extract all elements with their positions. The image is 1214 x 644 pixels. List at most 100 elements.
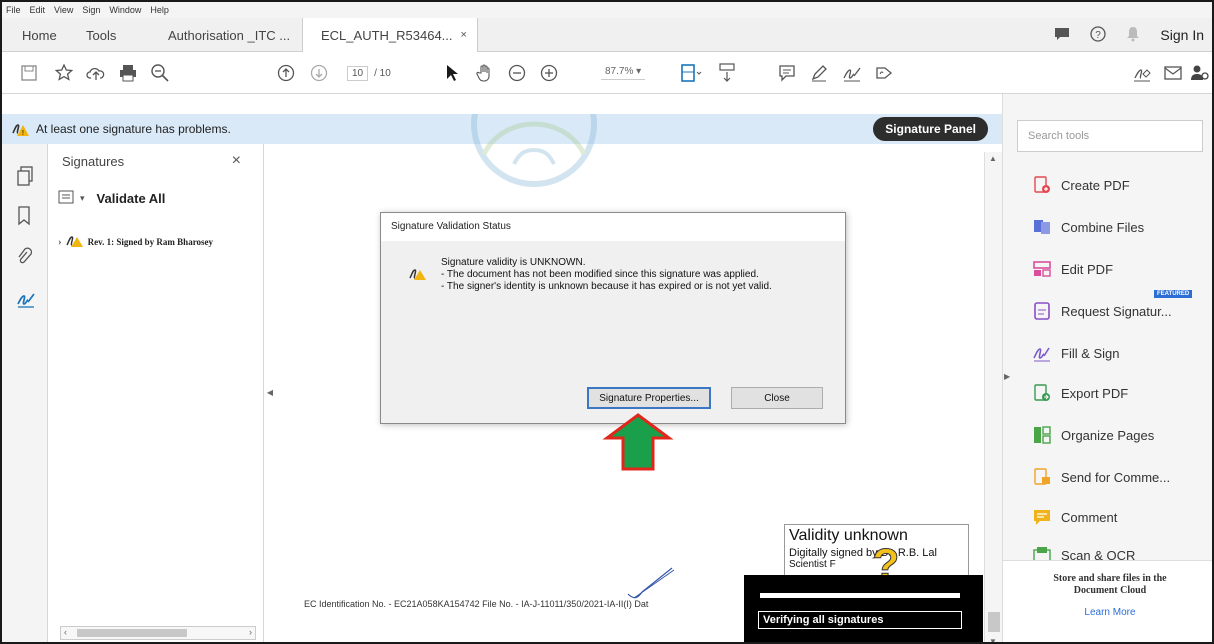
tool-create-pdf[interactable]: Create PDF: [1033, 176, 1130, 194]
document-scroll-thumb[interactable]: [988, 612, 1000, 632]
collapse-left-panel-icon[interactable]: ◀: [264, 378, 276, 406]
search-tools-input[interactable]: Search tools: [1017, 120, 1203, 152]
scrollbar-thumb[interactable]: [77, 629, 187, 637]
tab-tools[interactable]: Tools: [86, 18, 116, 52]
close-panel-icon[interactable]: ×: [232, 152, 241, 170]
tool-label: Combine Files: [1061, 219, 1145, 235]
send-for-comments-icon: [1033, 468, 1051, 486]
tool-label: Export PDF: [1061, 385, 1129, 401]
request-signature-icon: [1033, 302, 1051, 320]
signature-item-label: Rev. 1: Signed by Ram Bharosey: [87, 237, 214, 247]
tool-label: Create PDF: [1061, 177, 1130, 193]
highlight-pen-icon[interactable]: [810, 62, 828, 84]
tab-close-icon[interactable]: ×: [461, 29, 467, 41]
fit-page-icon[interactable]: [680, 62, 702, 84]
validate-all-row[interactable]: ▾ Validate All: [58, 190, 165, 207]
tool-combine-files[interactable]: Combine Files: [1033, 218, 1144, 236]
add-user-icon[interactable]: [1190, 62, 1210, 84]
signature-scribble: [627, 567, 675, 599]
dialog-line-validity: Signature validity is UNKNOWN.: [441, 257, 586, 268]
help-icon[interactable]: ?: [1090, 25, 1107, 45]
hand-tool-icon[interactable]: [476, 62, 494, 84]
combine-files-icon: [1033, 218, 1051, 236]
signature-warning-icon: [409, 267, 427, 284]
document-footer-text: EC Identification No. - EC21A058KA154742…: [304, 599, 649, 609]
signature-validation-dialog: Signature Validation Status Signature va…: [380, 212, 846, 424]
tool-send-for-comments[interactable]: Send for Comme...: [1033, 468, 1170, 486]
email-icon[interactable]: [1164, 62, 1182, 84]
tool-edit-pdf[interactable]: Edit PDF: [1033, 260, 1113, 278]
print-icon[interactable]: [118, 62, 138, 84]
featured-badge: FEATURED: [1154, 290, 1193, 298]
notification-bell-icon[interactable]: [1126, 26, 1140, 45]
tool-comment[interactable]: Comment: [1033, 508, 1117, 526]
tab-home[interactable]: Home: [22, 18, 57, 52]
scroll-down-icon[interactable]: ▼: [989, 637, 997, 642]
promo-line-1: Store and share files in the: [1053, 573, 1167, 584]
signatures-icon[interactable]: [16, 290, 36, 311]
tool-export-pdf[interactable]: Export PDF: [1033, 384, 1128, 402]
send-for-signature-icon[interactable]: [874, 62, 894, 84]
menu-edit[interactable]: Edit: [30, 5, 46, 15]
tool-request-signatures[interactable]: Request Signatur...: [1033, 302, 1172, 320]
page-thumbnails-icon[interactable]: [16, 166, 34, 189]
menu-file[interactable]: File: [6, 5, 21, 15]
page-total: / 10: [374, 67, 391, 79]
share-link-icon[interactable]: [1132, 62, 1152, 84]
upload-cloud-icon[interactable]: [86, 62, 106, 84]
chevron-down-icon[interactable]: ▾: [80, 193, 85, 204]
menubar: File Edit View Sign Window Help: [2, 2, 1212, 18]
header-right: ? Sign In: [1054, 18, 1204, 52]
attachments-paperclip-icon[interactable]: [16, 246, 33, 269]
page-number-input[interactable]: 10: [347, 65, 369, 81]
tool-label: Request Signatur...: [1061, 303, 1172, 319]
signature-panel-button[interactable]: Signature Panel: [873, 117, 988, 141]
app-window: File Edit View Sign Window Help Home Too…: [0, 0, 1214, 644]
zoom-in-icon[interactable]: [540, 62, 558, 84]
next-page-icon[interactable]: [310, 62, 328, 84]
tool-fill-sign[interactable]: Fill & Sign: [1033, 344, 1120, 362]
menu-sign[interactable]: Sign: [82, 5, 100, 15]
tab-document-ecl[interactable]: ECL_AUTH_R53464... ×: [302, 18, 478, 52]
document-vertical-scrollbar[interactable]: ▲ ▼: [984, 152, 1002, 642]
options-menu-icon[interactable]: [58, 190, 74, 207]
bookmarks-icon[interactable]: [16, 206, 32, 229]
tool-organize-pages[interactable]: Organize Pages: [1033, 426, 1154, 444]
arrow-annotation: [602, 413, 674, 471]
signature-properties-button[interactable]: Signature Properties...: [587, 387, 711, 409]
promo-line-2: Document Cloud: [1073, 585, 1147, 596]
select-cursor-icon[interactable]: [445, 62, 459, 84]
tool-label: Edit PDF: [1061, 261, 1114, 277]
tab-document-authorisation[interactable]: Authorisation _ITC ...: [168, 18, 290, 52]
validate-all-button[interactable]: Validate All: [97, 191, 166, 206]
scroll-mode-icon[interactable]: [718, 62, 736, 84]
scroll-up-icon[interactable]: ▲: [989, 154, 997, 163]
search-zoom-icon[interactable]: [150, 62, 170, 84]
chat-icon[interactable]: [1054, 27, 1070, 44]
bookmark-star-icon[interactable]: [54, 62, 74, 84]
scroll-right-icon[interactable]: ›: [249, 627, 252, 637]
zoom-level-select[interactable]: 87.7% ▾: [601, 64, 646, 80]
close-dialog-button[interactable]: Close: [731, 387, 823, 409]
menu-window[interactable]: Window: [109, 5, 141, 15]
sign-in-button[interactable]: Sign In: [1160, 27, 1204, 43]
dialog-line-identity: - The signer's identity is unknown becau…: [441, 281, 772, 292]
chevron-right-icon[interactable]: ›: [58, 236, 62, 248]
signature-list-item[interactable]: › Rev. 1: Signed by Ram Bharosey: [58, 234, 213, 250]
verification-progress-bar: [760, 593, 960, 598]
fill-sign-icon[interactable]: [842, 62, 862, 84]
learn-more-link[interactable]: Learn More: [1003, 607, 1212, 618]
save-icon[interactable]: [20, 62, 38, 84]
signature-warning-icon: !: [12, 121, 30, 140]
scroll-left-icon[interactable]: ‹: [64, 627, 67, 637]
collapse-right-panel-icon[interactable]: ▶: [1004, 372, 1010, 381]
tool-label: Organize Pages: [1061, 427, 1155, 443]
zoom-out-icon[interactable]: [508, 62, 526, 84]
dialog-line-modified: - The document has not been modified sin…: [441, 269, 759, 280]
previous-page-icon[interactable]: [277, 62, 295, 84]
panel-horizontal-scrollbar[interactable]: ‹ ›: [60, 626, 256, 640]
menu-help[interactable]: Help: [150, 5, 169, 15]
menu-view[interactable]: View: [54, 5, 73, 15]
comment-icon[interactable]: [778, 62, 796, 84]
tool-label: Send for Comme...: [1061, 469, 1171, 485]
